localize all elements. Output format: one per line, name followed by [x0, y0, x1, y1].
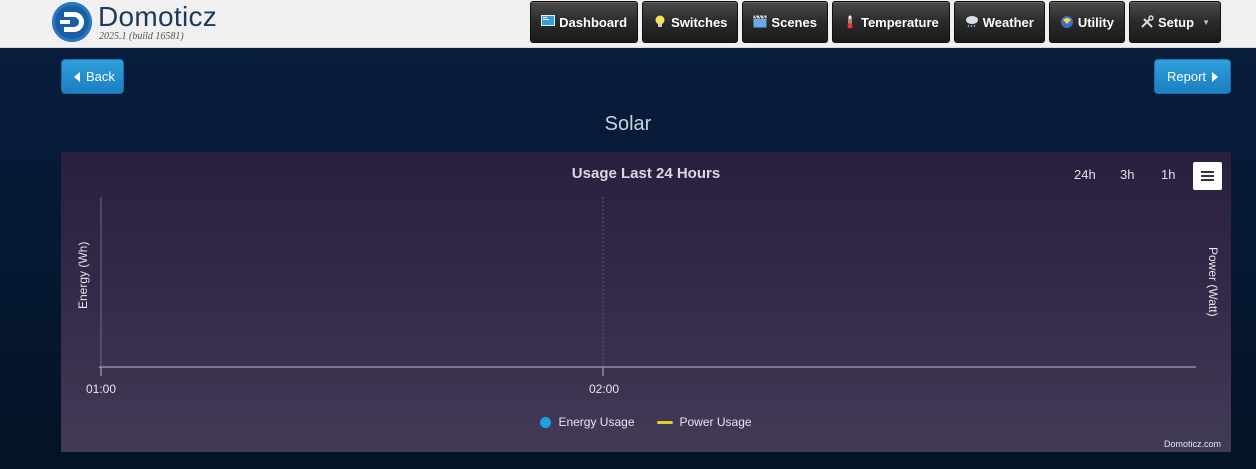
legend-energy-usage[interactable]: Energy Usage [540, 415, 635, 429]
utility-icon [1060, 15, 1074, 29]
nav-scenes-button[interactable]: Scenes [742, 1, 828, 43]
version-label: 2025.1 (build 16581) [99, 31, 184, 42]
report-button[interactable]: Report [1154, 59, 1231, 94]
legend-power-usage[interactable]: Power Usage [656, 415, 752, 429]
nav-scenes-label: Scenes [771, 14, 817, 30]
nav-temperature-button[interactable]: Temperature [831, 1, 950, 43]
nav-setup-label: Setup [1157, 14, 1195, 30]
nav-weather-label: Weather [982, 14, 1034, 30]
nav-utility-label: Utility [1077, 14, 1114, 30]
y-axis-left-label: Energy (Wh) [76, 241, 90, 309]
usage-chart: Usage Last 24 Hours 24h 3h 1h Energy (Wh… [61, 152, 1231, 452]
back-button[interactable]: Back [61, 59, 124, 94]
brand-name[interactable]: Domoticz [98, 1, 217, 33]
clapper-icon [753, 15, 767, 29]
nav-temperature-label: Temperature [860, 14, 939, 30]
back-button-label: Back [86, 69, 115, 84]
top-header: Domoticz 2025.1 (build 16581) Dashboard … [0, 0, 1256, 48]
nav-dashboard-button[interactable]: Dashboard [530, 1, 639, 43]
lightbulb-icon [653, 15, 667, 29]
chart-credits[interactable]: Domoticz.com [1164, 439, 1221, 449]
arrow-right-icon [1212, 71, 1219, 82]
chart-plot-area [99, 197, 1196, 376]
nav-setup-button[interactable]: Setup ▼ [1128, 1, 1221, 43]
legend-line-icon [656, 420, 673, 424]
tools-icon [1140, 15, 1154, 29]
nav-switches-label: Switches [671, 14, 728, 30]
main-nav: Dashboard Switches Scenes Temperature We… [530, 1, 1221, 43]
legend-label: Power Usage [679, 415, 752, 429]
chevron-down-icon: ▼ [1202, 17, 1210, 27]
nav-utility-button[interactable]: Utility [1048, 1, 1125, 43]
nav-dashboard-label: Dashboard [559, 14, 628, 30]
thermometer-icon [843, 15, 857, 29]
x-tick-label: 02:00 [589, 382, 620, 396]
legend-label: Energy Usage [558, 415, 635, 429]
nav-weather-button[interactable]: Weather [953, 1, 1045, 43]
nav-switches-button[interactable]: Switches [642, 1, 739, 43]
y-axis-right-label: Power (Watt) [1206, 247, 1220, 317]
arrow-left-icon [74, 71, 80, 82]
cloud-rain-icon [965, 15, 979, 29]
legend-dot-icon [540, 416, 552, 428]
chart-legend: Energy Usage Power Usage [61, 415, 1231, 429]
dashboard-icon [541, 15, 556, 29]
report-button-label: Report [1167, 69, 1207, 84]
domoticz-logo-icon[interactable] [52, 2, 92, 42]
x-tick-label: 01:00 [86, 382, 117, 396]
page-title: Solar [604, 113, 652, 135]
